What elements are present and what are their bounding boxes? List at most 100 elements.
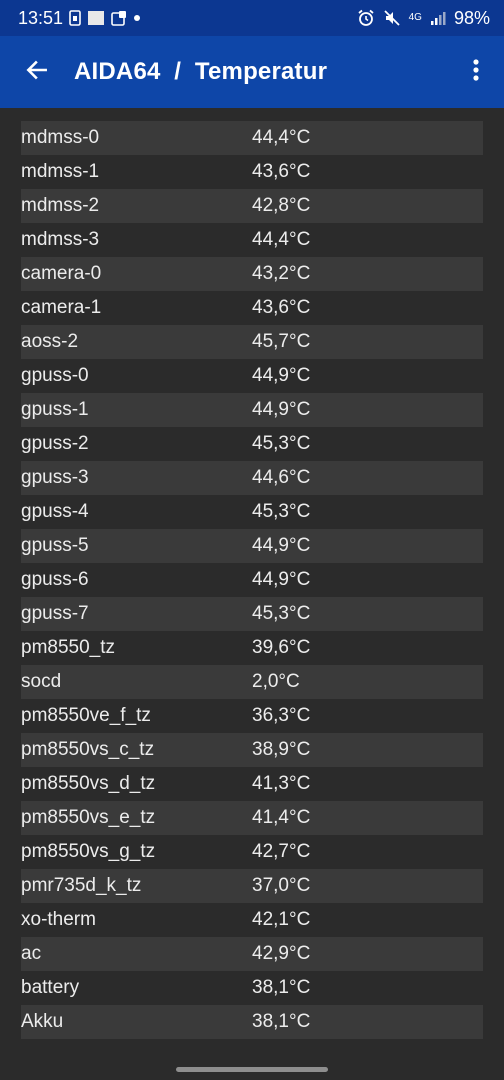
sensor-name: ac (21, 943, 42, 964)
sensor-name: pm8550vs_g_tz (21, 841, 156, 862)
sensor-value: 36,3°C (252, 705, 311, 726)
sensor-value: 45,3°C (252, 501, 311, 522)
sensor-row: gpuss-3 44,6°C (21, 461, 483, 495)
sensor-row: battery 38,1°C (21, 971, 483, 1005)
sensor-row: aoss-2 45,7°C (21, 325, 483, 359)
sensor-value: 44,4°C (252, 127, 311, 148)
sensor-name: battery (21, 977, 80, 998)
sensor-name: pm8550vs_e_tz (21, 807, 156, 828)
sensor-name: socd (21, 671, 62, 692)
alarm-icon (357, 9, 375, 27)
sensor-value: 43,6°C (252, 161, 311, 182)
sensor-value: 42,1°C (252, 909, 311, 930)
clock: 13:51 (18, 7, 64, 28)
sensor-name: camera-0 (21, 263, 102, 284)
sensor-row: Akku 38,1°C (21, 1005, 483, 1039)
sensor-name: pmr735d_k_tz (21, 875, 142, 896)
sensor-row: mdmss-0 44,4°C (21, 121, 483, 155)
sensor-name: aoss-2 (21, 331, 79, 352)
sensor-row: mdmss-3 44,4°C (21, 223, 483, 257)
sensor-value: 42,9°C (252, 943, 311, 964)
sensor-name: Akku (21, 1011, 64, 1032)
notification-icon (111, 10, 127, 26)
sensor-name: gpuss-3 (21, 467, 89, 488)
battery-percent: 98% (453, 7, 490, 28)
more-vert-icon (472, 58, 480, 87)
sensor-value: 44,4°C (252, 229, 311, 250)
sensor-name: gpuss-5 (21, 535, 89, 556)
sensor-name: mdmss-3 (21, 229, 100, 250)
network-type-label: 4G (408, 12, 422, 23)
sensor-value: 41,4°C (252, 807, 311, 828)
arrow-left-icon (24, 57, 50, 88)
gesture-nav-handle[interactable] (176, 1067, 328, 1072)
sensor-value: 2,0°C (252, 671, 300, 692)
sim-icon (69, 10, 81, 26)
sensor-row: ac 42,9°C (21, 937, 483, 971)
sensor-row: xo-therm 42,1°C (21, 903, 483, 937)
sensor-value: 44,9°C (252, 569, 311, 590)
sensor-name: gpuss-1 (21, 399, 89, 420)
sensor-value: 43,6°C (252, 297, 311, 318)
sensor-list[interactable]: mdmss-0 44,4°C mdmss-1 43,6°C mdmss-2 42,8°C m… (21, 121, 483, 1039)
sensor-name: gpuss-2 (21, 433, 89, 454)
sensor-row: pm8550_tz 39,6°C (21, 631, 483, 665)
sensor-name: mdmss-0 (21, 127, 100, 148)
sensor-value: 38,9°C (252, 739, 311, 760)
sensor-name: gpuss-4 (21, 501, 89, 522)
sensor-row: mdmss-1 43,6°C (21, 155, 483, 189)
sensor-value: 42,7°C (252, 841, 311, 862)
sensor-value: 42,8°C (252, 195, 311, 216)
sensor-row: pm8550vs_e_tz 41,4°C (21, 801, 483, 835)
sensor-value: 39,6°C (252, 637, 311, 658)
sensor-name: mdmss-1 (21, 161, 100, 182)
sensor-name: gpuss-7 (21, 603, 89, 624)
sensor-row: mdmss-2 42,8°C (21, 189, 483, 223)
sensor-name: xo-therm (21, 909, 96, 930)
signal-icon (430, 10, 446, 26)
sensor-row: camera-0 43,2°C (21, 257, 483, 291)
sensor-value: 38,1°C (252, 977, 311, 998)
sensor-name: gpuss-0 (21, 365, 89, 386)
sensor-row: gpuss-4 45,3°C (21, 495, 483, 529)
sensor-value: 41,3°C (252, 773, 311, 794)
sensor-row: gpuss-2 45,3°C (21, 427, 483, 461)
sensor-name: pm8550vs_c_tz (21, 739, 155, 760)
sensor-value: 45,3°C (252, 603, 311, 624)
sensor-name: pm8550vs_d_tz (21, 773, 156, 794)
sensor-value: 38,1°C (252, 1011, 311, 1032)
sensor-row: pm8550vs_c_tz 38,9°C (21, 733, 483, 767)
sensor-row: pm8550vs_g_tz 42,7°C (21, 835, 483, 869)
sensor-value: 44,9°C (252, 399, 311, 420)
sensor-row: pmr735d_k_tz 37,0°C (21, 869, 483, 903)
overflow-menu-button[interactable] (448, 36, 504, 108)
page-title: AIDA64 / Temperatur (74, 58, 328, 85)
sensor-row: pm8550ve_f_tz 36,3°C (21, 699, 483, 733)
sensor-row: gpuss-6 44,9°C (21, 563, 483, 597)
sensor-value: 43,2°C (252, 263, 311, 284)
dot-icon (133, 14, 141, 22)
sensor-value: 44,9°C (252, 365, 311, 386)
sensor-row: gpuss-7 45,3°C (21, 597, 483, 631)
sensor-row: camera-1 43,6°C (21, 291, 483, 325)
sensor-name: mdmss-2 (21, 195, 100, 216)
sensor-name: camera-1 (21, 297, 102, 318)
sensor-row: pm8550vs_d_tz 41,3°C (21, 767, 483, 801)
sensor-name: pm8550_tz (21, 637, 116, 658)
app-bar: AIDA64 / Temperatur (0, 36, 504, 108)
sensor-value: 37,0°C (252, 875, 311, 896)
mute-icon (383, 9, 401, 27)
sensor-value: 45,7°C (252, 331, 311, 352)
back-button[interactable] (0, 36, 74, 108)
sensor-row: gpuss-5 44,9°C (21, 529, 483, 563)
status-bar: 13:51 4G 98% (0, 0, 504, 36)
sensor-row: socd 2,0°C (21, 665, 483, 699)
sensor-name: pm8550ve_f_tz (21, 705, 151, 726)
sensor-value: 45,3°C (252, 433, 311, 454)
sensor-name: gpuss-6 (21, 569, 89, 590)
screen-icon (87, 10, 105, 26)
sensor-row: gpuss-1 44,9°C (21, 393, 483, 427)
sensor-row: gpuss-0 44,9°C (21, 359, 483, 393)
sensor-value: 44,6°C (252, 467, 311, 488)
sensor-value: 44,9°C (252, 535, 311, 556)
